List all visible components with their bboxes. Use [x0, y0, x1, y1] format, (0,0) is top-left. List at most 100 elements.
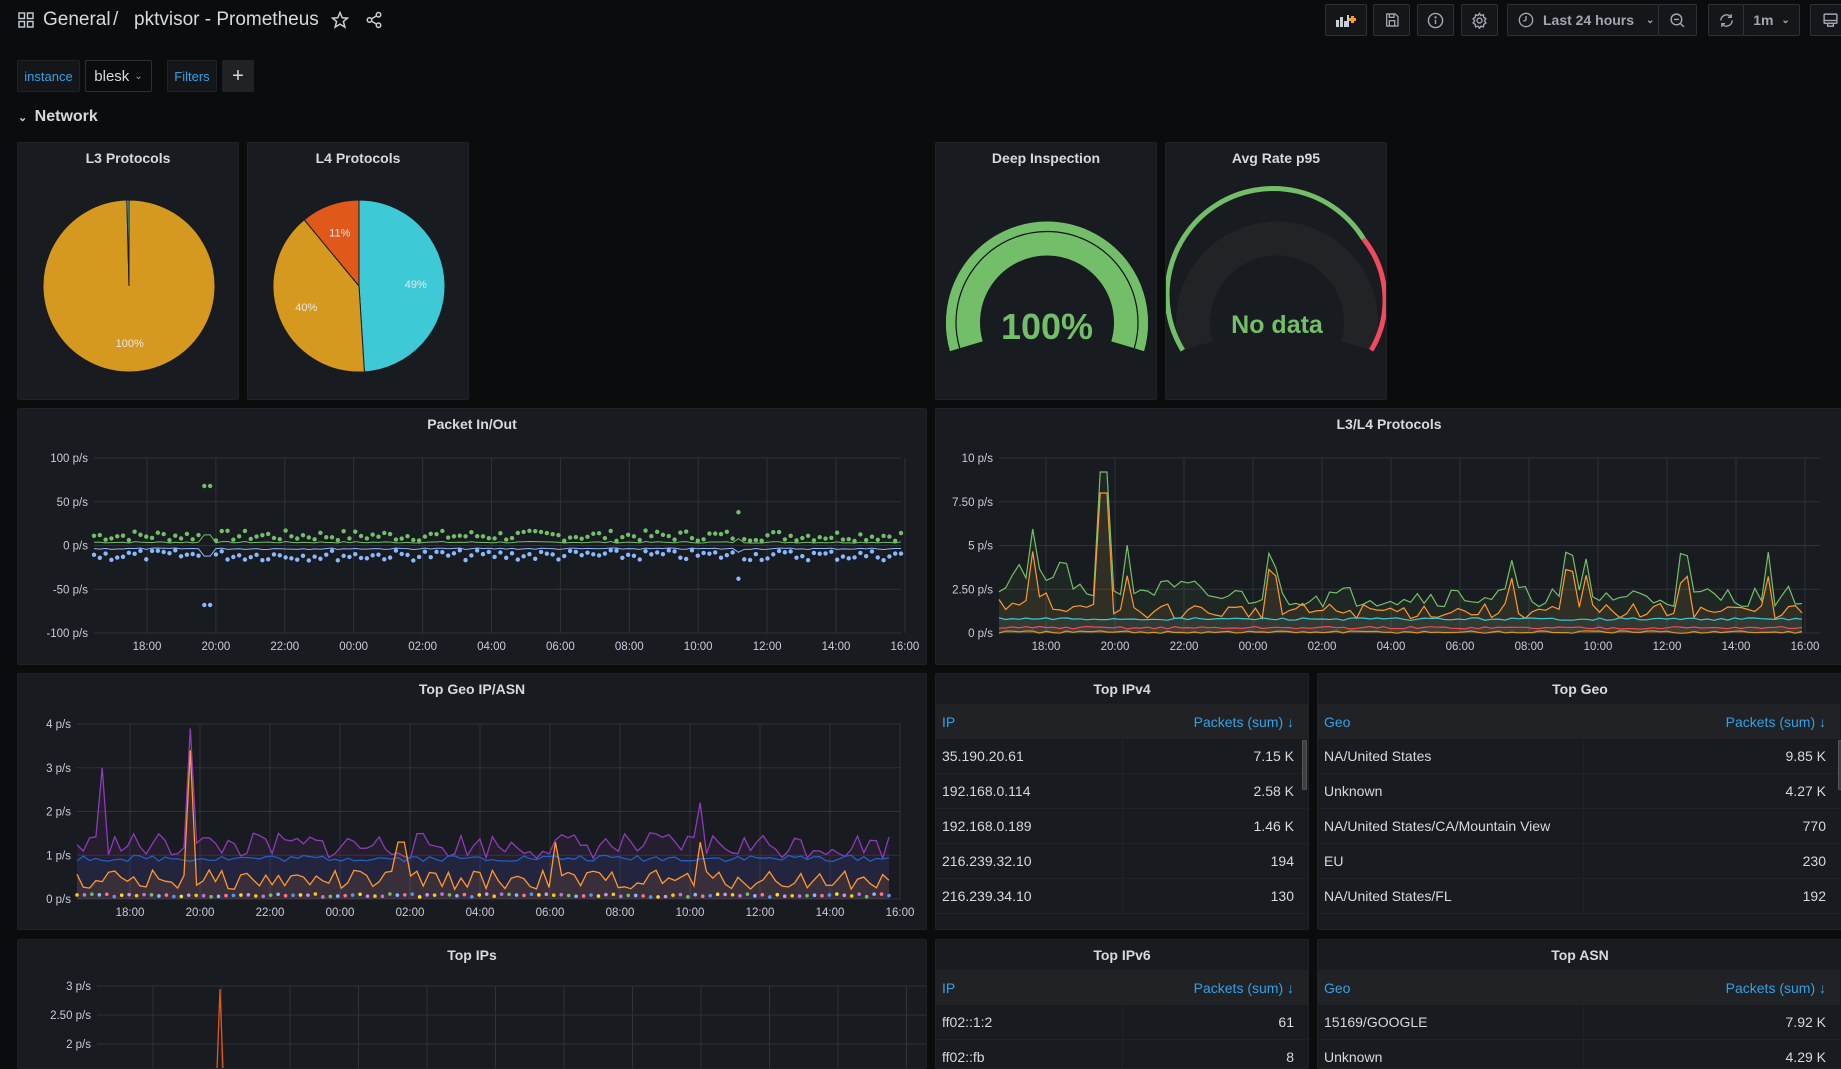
data-point-minor-series [127, 892, 131, 897]
data-point-in [736, 510, 741, 515]
dashboards-grid-icon[interactable] [18, 12, 34, 33]
data-point-out [138, 548, 143, 554]
data-point-out [898, 551, 904, 556]
dashboard-info-button[interactable] [1417, 4, 1454, 36]
data-point-minor-series [224, 893, 228, 898]
table-row[interactable]: NA/United States 9.85 K [1318, 739, 1840, 774]
data-point-minor-series [581, 894, 586, 898]
column-header-ip[interactable]: IP [936, 704, 1123, 739]
data-point-in [225, 528, 230, 533]
row-network-toggle[interactable]: ⌄ Network [18, 108, 98, 126]
data-point-minor-series [157, 894, 161, 898]
save-dashboard-button[interactable] [1373, 4, 1410, 36]
tv-mode-button[interactable] [1810, 4, 1841, 36]
data-point-in [695, 538, 700, 543]
table-scrollbar[interactable] [1302, 740, 1307, 790]
column-header-packets[interactable]: Packets (sum) ↓ [1123, 970, 1308, 1005]
data-point-out [765, 556, 770, 561]
data-point-out [387, 555, 393, 560]
data-point-out [875, 555, 880, 560]
data-point-in [863, 537, 869, 543]
data-point-minor-series [656, 895, 660, 899]
data-point-in [788, 533, 793, 538]
data-point-in [643, 528, 648, 533]
data-point-out [707, 551, 712, 556]
data-point-in [509, 535, 515, 541]
data-point-in [742, 536, 747, 542]
table-row[interactable]: Unknown 4.27 K [1318, 774, 1840, 809]
data-point-in [207, 483, 213, 489]
data-point-in [753, 537, 759, 543]
clock-icon [1518, 12, 1534, 28]
add-filter-button[interactable]: + [222, 60, 254, 92]
table-row[interactable]: 192.168.0.189 1.46 K [936, 809, 1308, 844]
data-point-out [115, 555, 120, 560]
column-header-packets[interactable]: Packets (sum) ↓ [1584, 704, 1840, 739]
data-point-out [533, 556, 538, 561]
data-point-out [329, 548, 335, 554]
data-point-in [91, 533, 97, 539]
data-point-out [620, 555, 625, 561]
add-panel-button[interactable] [1325, 4, 1367, 36]
data-point-minor-series [149, 893, 154, 897]
table-row[interactable]: NA/United States/FL 192 [1318, 879, 1840, 914]
data-point-in [608, 528, 613, 534]
data-point-in [109, 536, 114, 541]
column-header-packets[interactable]: Packets (sum) ↓ [1123, 704, 1308, 739]
data-point-in [654, 529, 660, 534]
data-point-minor-series [484, 892, 489, 896]
x-tick-label: 06:00 [1446, 641, 1475, 653]
table-row[interactable]: 15169/GOOGLE 7.92 K [1318, 1005, 1840, 1040]
dashboard-title[interactable]: pktvisor - Prometheus [134, 9, 319, 31]
column-header-ip[interactable]: IP [936, 970, 1123, 1005]
data-point-in [103, 537, 108, 542]
instance-variable-select[interactable]: blesk ⌄ [85, 60, 152, 92]
table-row[interactable]: ff02::1:2 61 [936, 1005, 1308, 1040]
zoom-out-time-button[interactable] [1658, 4, 1697, 36]
monitor-icon [1822, 12, 1839, 29]
table-row[interactable]: 192.168.0.114 2.58 K [936, 774, 1308, 809]
data-point-in [463, 534, 468, 539]
data-point-out [579, 552, 584, 558]
y-tick-label: 2.50 p/s [952, 584, 993, 596]
share-icon[interactable] [365, 11, 383, 34]
data-point-minor-series [246, 893, 251, 897]
table-row[interactable]: 35.190.20.61 7.15 K [936, 739, 1308, 774]
data-point-in [474, 534, 480, 539]
data-point-minor-series [447, 893, 452, 897]
x-tick-label: 12:00 [1653, 641, 1682, 653]
dashboard-settings-button[interactable] [1461, 4, 1498, 36]
data-point-out [509, 551, 515, 556]
data-point-out [649, 552, 654, 557]
data-point-minor-series [723, 892, 727, 897]
top-bar: General / pktvisor - Prometheus Last 24 … [0, 0, 1841, 42]
data-point-out [155, 548, 161, 553]
column-header-geo[interactable]: Geo [1318, 704, 1584, 739]
refresh-interval-picker[interactable]: 1m ⌄ [1743, 4, 1800, 36]
table-row[interactable]: NA/United States/CA/Mountain View 770 [1318, 809, 1840, 844]
table-row[interactable]: 216.239.34.10 130 [936, 879, 1308, 914]
table-row[interactable]: EU 230 [1318, 844, 1840, 879]
y-tick-label: 10 p/s [962, 453, 994, 465]
data-point-out [759, 557, 764, 563]
data-point-minor-series [790, 893, 794, 898]
pie-slice-tcp[interactable] [358, 199, 446, 373]
table-row[interactable]: 216.239.32.10 194 [936, 844, 1308, 879]
y-tick-label: -100 p/s [46, 628, 88, 640]
data-point-in [347, 536, 352, 541]
data-point-in [173, 533, 178, 538]
refresh-button[interactable] [1708, 4, 1744, 36]
column-header-geo[interactable]: Geo [1318, 970, 1584, 1005]
column-header-packets[interactable]: Packets (sum) ↓ [1584, 970, 1840, 1005]
table-row[interactable]: ff02::fb 8 [936, 1040, 1308, 1068]
panel-top-geo: Top Geo Geo Packets (sum) ↓ NA/United St… [1317, 673, 1841, 930]
table-row[interactable]: Unknown 4.29 K [1318, 1040, 1840, 1068]
star-icon[interactable] [330, 10, 350, 34]
data-point-out [631, 553, 637, 559]
breadcrumb-folder[interactable]: General [43, 9, 111, 31]
data-point-out [753, 551, 759, 557]
time-range-picker[interactable]: Last 24 hours ⌄ [1507, 4, 1659, 36]
data-point-in [434, 531, 439, 537]
cell-key: ff02::1:2 [936, 1005, 1123, 1039]
data-point-out [364, 556, 370, 561]
